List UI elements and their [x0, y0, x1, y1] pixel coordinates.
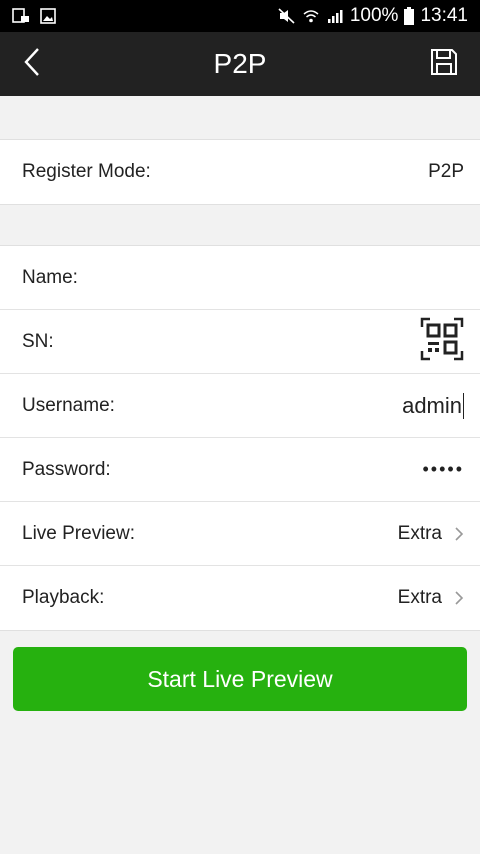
app-header: P2P	[0, 32, 480, 96]
name-label: Name:	[22, 266, 78, 288]
battery-percent: 100%	[349, 5, 399, 26]
playback-value-wrap: Extra	[398, 587, 464, 609]
mute-icon	[278, 8, 296, 24]
chevron-right-icon	[454, 526, 464, 542]
battery-icon	[404, 7, 415, 25]
screen-mirror-icon	[12, 8, 30, 24]
register-mode-row[interactable]: Register Mode: P2P	[0, 140, 480, 204]
image-icon	[40, 8, 56, 24]
playback-row[interactable]: Playback: Extra	[0, 566, 480, 630]
live-preview-label: Live Preview:	[22, 522, 135, 544]
username-value: admin	[402, 392, 462, 418]
playback-value: Extra	[397, 587, 442, 608]
text-cursor	[463, 392, 464, 419]
password-row[interactable]: Password: •••••	[0, 438, 480, 502]
username-row[interactable]: Username: admin	[0, 374, 480, 438]
start-live-preview-button[interactable]: Start Live Preview	[13, 647, 467, 711]
username-input[interactable]: admin	[402, 392, 464, 419]
status-bar: 100% 13:41	[0, 0, 480, 32]
password-input[interactable]: •••••	[422, 459, 464, 480]
register-mode-value: P2P	[428, 161, 464, 182]
live-preview-value: Extra	[397, 522, 442, 544]
name-row[interactable]: Name:	[0, 246, 480, 310]
chevron-right-icon	[454, 590, 464, 606]
page-title: P2P	[213, 48, 267, 79]
qr-scan-button[interactable]	[420, 317, 464, 367]
save-button[interactable]	[422, 44, 466, 84]
register-mode-label: Register Mode:	[22, 161, 151, 182]
floppy-disk-icon	[430, 48, 458, 81]
sn-row[interactable]: SN:	[0, 310, 480, 374]
username-label: Username:	[22, 394, 115, 416]
qr-code-icon	[420, 317, 464, 367]
sn-label: SN:	[22, 330, 54, 352]
playback-label: Playback:	[22, 587, 105, 608]
status-time: 13:41	[420, 5, 468, 26]
wifi-icon	[302, 8, 320, 24]
live-preview-row[interactable]: Live Preview: Extra	[0, 502, 480, 566]
password-label: Password:	[22, 458, 111, 480]
signal-icon	[326, 8, 344, 24]
register-section: Register Mode: P2P	[0, 139, 480, 205]
device-form-section: Name: SN: Username: admin Password: ••••…	[0, 245, 480, 631]
live-preview-value-wrap: Extra	[398, 523, 464, 545]
